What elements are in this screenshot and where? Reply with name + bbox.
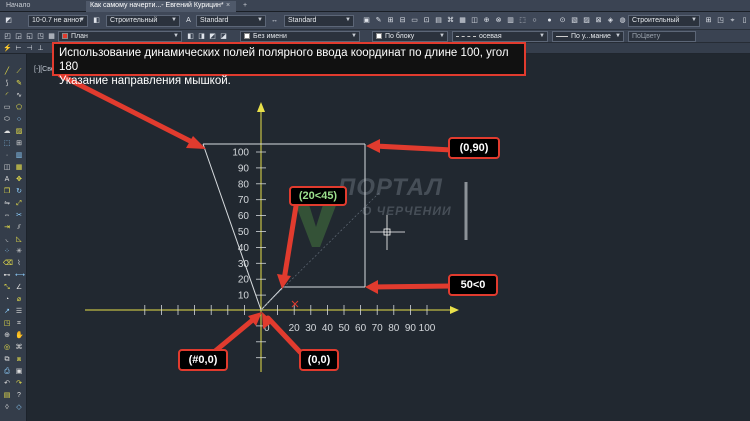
x-tick-label: 30	[305, 323, 317, 334]
preview-line	[260, 191, 381, 311]
y-tick-label: 70	[238, 195, 250, 206]
instruction-line-2: Указание направления мышкой.	[59, 75, 231, 87]
top-right-arrowhead-icon	[366, 139, 380, 153]
callout-mid-right: 50<0	[448, 274, 498, 296]
y-tick-label: 100	[232, 148, 249, 159]
y-tick-label: 10	[238, 291, 250, 302]
bottom-left-arrow-line	[211, 315, 258, 355]
y-tick-label: 20	[238, 275, 250, 286]
x-tick-label: 50	[338, 323, 350, 334]
top-right-arrow-line	[372, 143, 455, 153]
instruction-banner: Использование динамических полей полярно…	[52, 42, 526, 87]
x-tick-label: 100	[419, 323, 436, 334]
callout-bottom-center: (0,0)	[299, 349, 339, 371]
dynamic-input-field[interactable]: (20<45)	[289, 186, 347, 206]
left-slanted-line	[202, 143, 262, 311]
x-tick-label: 80	[388, 323, 400, 334]
callout-bottom-left: (#0,0)	[178, 349, 228, 371]
y-tick-label: 60	[238, 211, 250, 222]
y-axis-arrow-icon	[257, 102, 265, 112]
instruction-line-1: Использование динамических полей полярно…	[59, 47, 509, 73]
x-axis-arrow-icon	[450, 306, 459, 314]
y-tick-label: 90	[238, 163, 250, 174]
x-tick-label: 60	[355, 323, 367, 334]
x-tick-label: 70	[372, 323, 384, 334]
mid-right-arrowhead-icon	[365, 280, 378, 294]
mid-right-arrow-line	[369, 283, 455, 290]
dyn-arrow-line	[281, 203, 299, 283]
x-tick-label: 90	[405, 323, 417, 334]
y-tick-label: 80	[238, 179, 250, 190]
x-tick-label: 40	[322, 323, 334, 334]
y-tick-label: 50	[238, 227, 250, 238]
callout-top-right: (0,90)	[448, 137, 500, 159]
x-tick-label: 20	[289, 323, 301, 334]
